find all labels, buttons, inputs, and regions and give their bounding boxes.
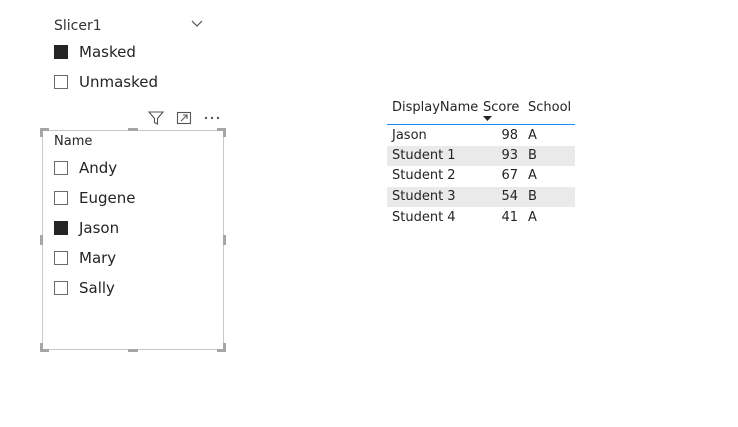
resize-handle[interactable] <box>223 128 226 137</box>
option-label: Eugene <box>79 189 136 207</box>
cell-displayname: Jason <box>392 128 427 143</box>
checkbox-mary[interactable] <box>54 251 68 265</box>
slicer2-option-jason[interactable]: Jason <box>54 218 119 238</box>
checkbox-masked[interactable] <box>54 45 68 59</box>
resize-handle[interactable] <box>40 235 43 245</box>
checkbox-eugene[interactable] <box>54 191 68 205</box>
cell-school: A <box>528 168 537 183</box>
checkbox-andy[interactable] <box>54 161 68 175</box>
header-divider <box>387 124 575 125</box>
cell-school: B <box>528 148 537 163</box>
chevron-down-icon[interactable] <box>190 16 204 30</box>
option-label: Unmasked <box>79 73 159 91</box>
column-header-school[interactable]: School <box>528 100 571 115</box>
cell-score: 93 <box>501 148 518 163</box>
cell-score: 67 <box>501 168 518 183</box>
table-row[interactable]: Jason 98 A <box>387 126 575 146</box>
option-label: Andy <box>79 159 118 177</box>
cell-displayname: Student 3 <box>392 189 456 204</box>
slicer1-title: Slicer1 <box>54 18 102 34</box>
slicer2-option-sally[interactable]: Sally <box>54 278 115 298</box>
cell-school: B <box>528 189 537 204</box>
cell-score: 41 <box>501 210 518 225</box>
sort-descending-icon <box>483 116 492 121</box>
filter-icon[interactable] <box>147 109 165 127</box>
cell-displayname: Student 4 <box>392 210 456 225</box>
checkbox-jason[interactable] <box>54 221 68 235</box>
cell-score: 54 <box>501 189 518 204</box>
resize-handle[interactable] <box>40 343 43 352</box>
resize-handle[interactable] <box>223 235 226 245</box>
option-label: Masked <box>79 43 136 61</box>
column-header-score[interactable]: Score <box>483 100 519 115</box>
cell-school: A <box>528 210 537 225</box>
column-header-displayname[interactable]: DisplayName <box>392 100 478 115</box>
cell-score: 98 <box>501 128 518 143</box>
slicer2-option-andy[interactable]: Andy <box>54 158 117 178</box>
slicer2-option-mary[interactable]: Mary <box>54 248 116 268</box>
slicer2-option-eugene[interactable]: Eugene <box>54 188 135 208</box>
option-label: Sally <box>79 279 115 297</box>
cell-school: A <box>528 128 537 143</box>
resize-handle[interactable] <box>128 349 138 352</box>
checkbox-sally[interactable] <box>54 281 68 295</box>
slicer2-header: Name <box>54 134 93 149</box>
slicer1-option-masked[interactable]: Masked <box>54 42 136 62</box>
table-row[interactable]: Student 1 93 B <box>387 146 575 166</box>
resize-handle[interactable] <box>40 128 43 137</box>
focus-mode-icon[interactable] <box>175 109 193 127</box>
slicer1-option-unmasked[interactable]: Unmasked <box>54 72 158 92</box>
cell-displayname: Student 1 <box>392 148 456 163</box>
resize-handle[interactable] <box>223 343 226 352</box>
cell-displayname: Student 2 <box>392 168 456 183</box>
more-options-icon[interactable] <box>203 109 221 127</box>
resize-handle[interactable] <box>128 128 138 131</box>
table-row[interactable]: Student 3 54 B <box>387 187 575 207</box>
table-row[interactable]: Student 2 67 A <box>387 166 575 186</box>
option-label: Jason <box>79 219 120 237</box>
checkbox-unmasked[interactable] <box>54 75 68 89</box>
option-label: Mary <box>79 249 117 267</box>
table-row[interactable]: Student 4 41 A <box>387 208 575 228</box>
